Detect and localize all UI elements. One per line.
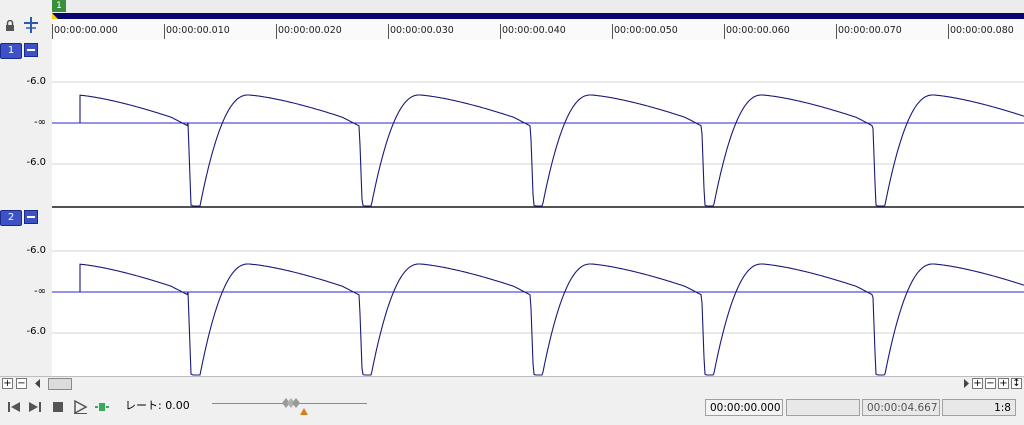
selection-start-field[interactable]	[786, 399, 860, 416]
horizontal-scroll-row	[0, 376, 1024, 391]
marker-bar[interactable]	[52, 0, 1024, 13]
zoom-out-button[interactable]: −	[16, 378, 27, 389]
zoom-ratio-field[interactable]: 1:8	[942, 399, 1016, 416]
time-ruler[interactable]: 00:00:00.000 00:00:00.010 00:00:00.020 00:0…	[52, 19, 1024, 41]
rate-slider-thumb[interactable]	[282, 398, 300, 408]
ruler-tick-label: 00:00:00.030	[390, 25, 454, 36]
db-scale-label: -6.0	[26, 76, 46, 87]
waveform-channel-1	[79, 94, 1024, 207]
expand-tracks-button[interactable]: +	[998, 378, 1009, 389]
ruler-tick-label: 00:00:00.010	[166, 25, 230, 36]
vertical-zoom-out-button[interactable]: −	[985, 378, 996, 389]
rate-value: 0.00	[165, 399, 190, 412]
db-scale-label: -6.0	[26, 157, 46, 168]
ruler-tick-label: 00:00:00.070	[838, 25, 902, 36]
track-header-1[interactable]: 1 -6.0 -∞ -6.0	[0, 40, 53, 207]
track-number-badge[interactable]: 1	[0, 43, 22, 59]
db-scale-label: -6.0	[26, 245, 46, 256]
selection-length-field[interactable]: 00:00:04.667	[862, 399, 940, 416]
fit-tracks-button[interactable]: ↕	[1011, 378, 1022, 389]
scroll-right-icon[interactable]	[962, 379, 970, 388]
ruler-tick-label: 00:00:00.020	[278, 25, 342, 36]
ruler-tick-mark	[500, 24, 501, 39]
db-scale-label: -6.0	[26, 326, 46, 337]
collapse-track-button[interactable]	[24, 210, 38, 224]
track-header-2[interactable]: 2 -6.0 -∞ -6.0	[0, 207, 53, 376]
db-scale-label: -∞	[34, 286, 46, 297]
snap-to-grid-icon[interactable]	[22, 16, 40, 34]
ruler-tick-label: 00:00:00.000	[54, 25, 118, 36]
rate-label: レート: 0.00	[125, 399, 190, 412]
ruler-tick-label: 00:00:00.060	[726, 25, 790, 36]
ruler-tick-label: 00:00:00.080	[950, 25, 1014, 36]
ruler-tick-mark	[388, 24, 389, 39]
lock-icon[interactable]	[5, 20, 15, 32]
waveform-channel-2	[79, 263, 1024, 376]
marker-flag[interactable]: 1	[52, 0, 66, 12]
ruler-tick-mark	[276, 24, 277, 39]
db-scale-label: -∞	[34, 117, 46, 128]
cursor-position-field[interactable]: 00:00:00.000	[705, 399, 783, 416]
ruler-tick-mark	[948, 24, 949, 39]
stop-icon[interactable]	[50, 400, 66, 414]
go-to-start-icon[interactable]	[6, 400, 22, 414]
ruler-tick-mark	[164, 24, 165, 39]
loop-playback-icon[interactable]	[94, 400, 110, 414]
ruler-tick-label: 00:00:00.040	[502, 25, 566, 36]
play-icon[interactable]	[72, 400, 88, 414]
vertical-zoom-in-button[interactable]: +	[972, 378, 983, 389]
collapse-track-button[interactable]	[24, 43, 38, 57]
go-to-end-icon[interactable]	[27, 400, 43, 414]
ruler-tick-label: 00:00:00.050	[614, 25, 678, 36]
ruler-tick-mark	[836, 24, 837, 39]
zoom-in-button[interactable]: +	[2, 378, 13, 389]
ruler-tick-mark	[612, 24, 613, 39]
track-number-badge[interactable]: 2	[0, 210, 22, 226]
scroll-left-icon[interactable]	[34, 379, 42, 388]
ruler-tick-mark	[724, 24, 725, 39]
waveform-display[interactable]	[52, 40, 1024, 376]
rate-center-marker	[300, 408, 308, 415]
ruler-tick-mark	[52, 24, 53, 39]
horizontal-scrollbar-thumb[interactable]	[48, 378, 72, 390]
